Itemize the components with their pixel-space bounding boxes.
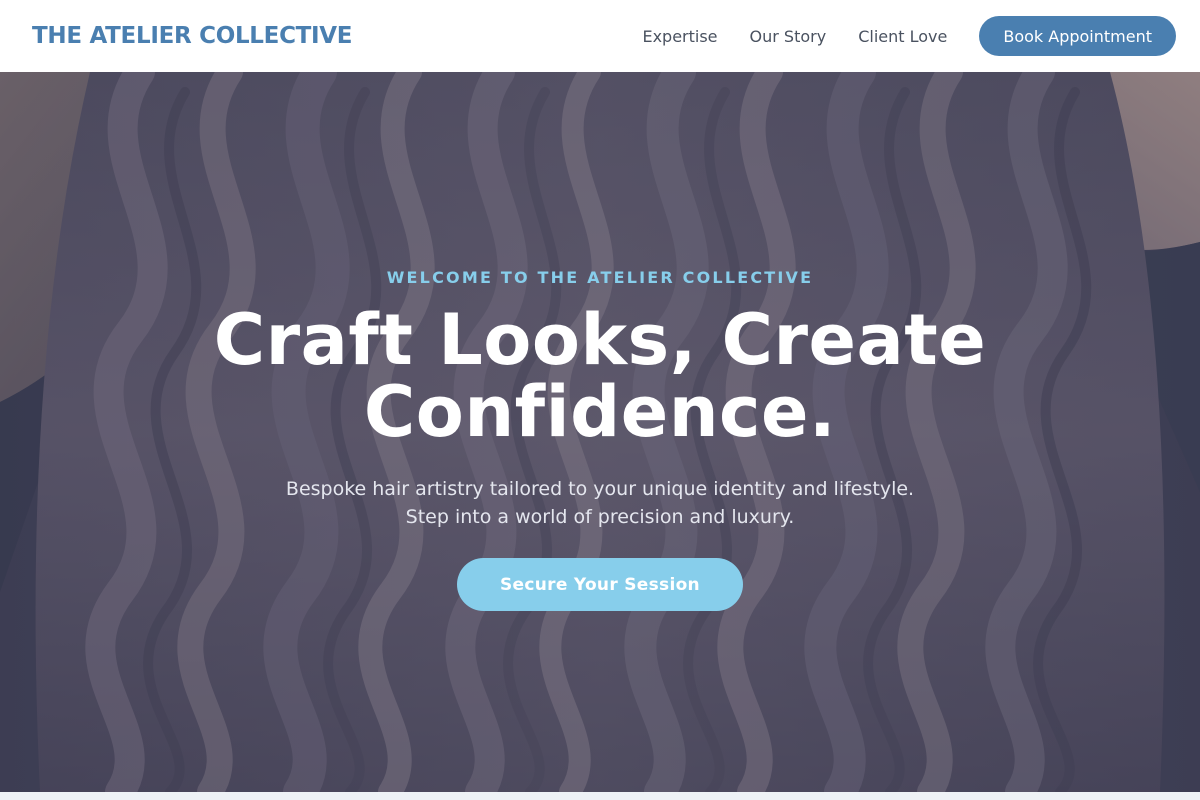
hero-eyebrow: WELCOME TO THE ATELIER COLLECTIVE [386,268,814,287]
hero-subtext-line: Bespoke hair artistry tailored to your u… [285,478,915,500]
hero-headline: Craft Looks, Create Confidence. [213,299,987,453]
hero-content: WELCOME TO THE ATELIER COLLECTIVE Craft … [0,72,1200,792]
hero-section: WELCOME TO THE ATELIER COLLECTIVE Craft … [0,72,1200,792]
book-appointment-button[interactable]: Book Appointment [979,16,1176,56]
nav-link-our-story[interactable]: Our Story [750,27,827,46]
nav-link-client-love[interactable]: Client Love [858,27,947,46]
hero-subtext: Bespoke hair artistry tailored to your u… [200,475,1000,531]
hero-subtext-line: Step into a world of precision and luxur… [405,506,795,528]
secure-session-button[interactable]: Secure Your Session [457,558,743,611]
site-header: THE ATELIER COLLECTIVE Expertise Our Sto… [0,0,1200,72]
next-section-edge [0,792,1200,800]
main-nav: Expertise Our Story Client Love [642,27,947,46]
nav-link-expertise[interactable]: Expertise [642,27,717,46]
brand-logo[interactable]: THE ATELIER COLLECTIVE [32,23,353,49]
